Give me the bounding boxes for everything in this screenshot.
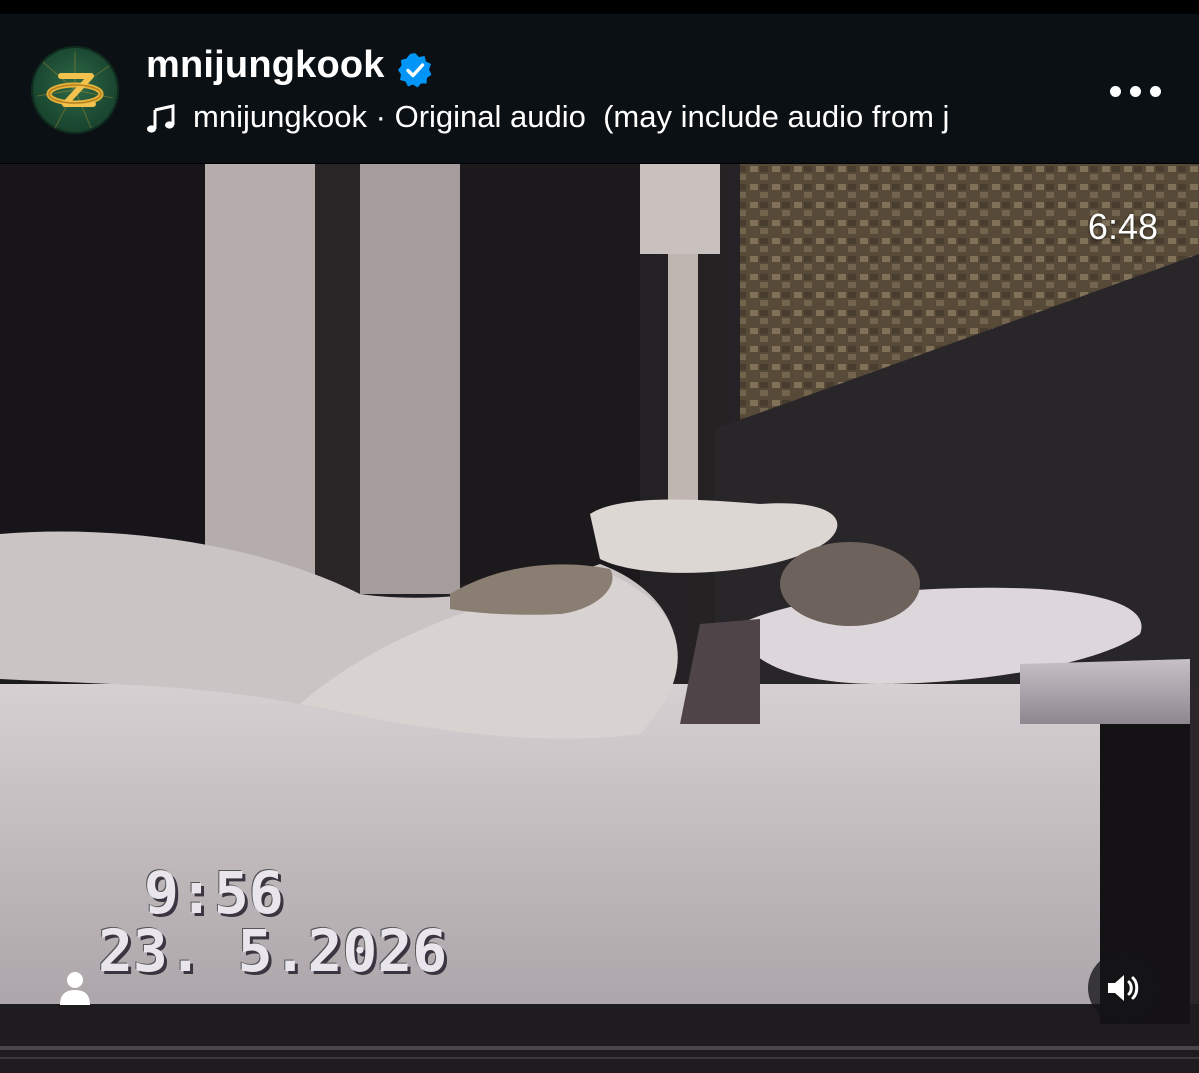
avatar-logo-icon [36,52,114,129]
music-note-icon [147,104,175,133]
avatar[interactable] [31,46,119,134]
video-timestamp-overlay: 9:56 23. 5.2026 [98,864,447,980]
person-icon[interactable] [58,970,92,1006]
overlay-time: 9:56 [144,859,284,927]
username[interactable]: mnijungkook [146,44,385,87]
overlay-date: 23. 5.2026 [98,917,448,985]
video-player[interactable]: 6:48 9:56 23. 5.2026 [0,164,1199,1073]
verified-badge-icon [398,53,432,88]
speaker-volume-icon [1108,975,1139,1001]
more-options-icon[interactable] [1110,86,1162,106]
audio-row[interactable]: mnijungkook · Original audio (may includ… [146,98,1046,138]
status-strip [0,0,1199,14]
sound-toggle-button[interactable] [1088,952,1160,1024]
post-header: mnijungkook mnijungkook · Original audio… [0,14,1199,163]
video-duration: 6:48 [1087,206,1158,247]
audio-label: mnijungkook · Original audio (may includ… [193,99,950,134]
